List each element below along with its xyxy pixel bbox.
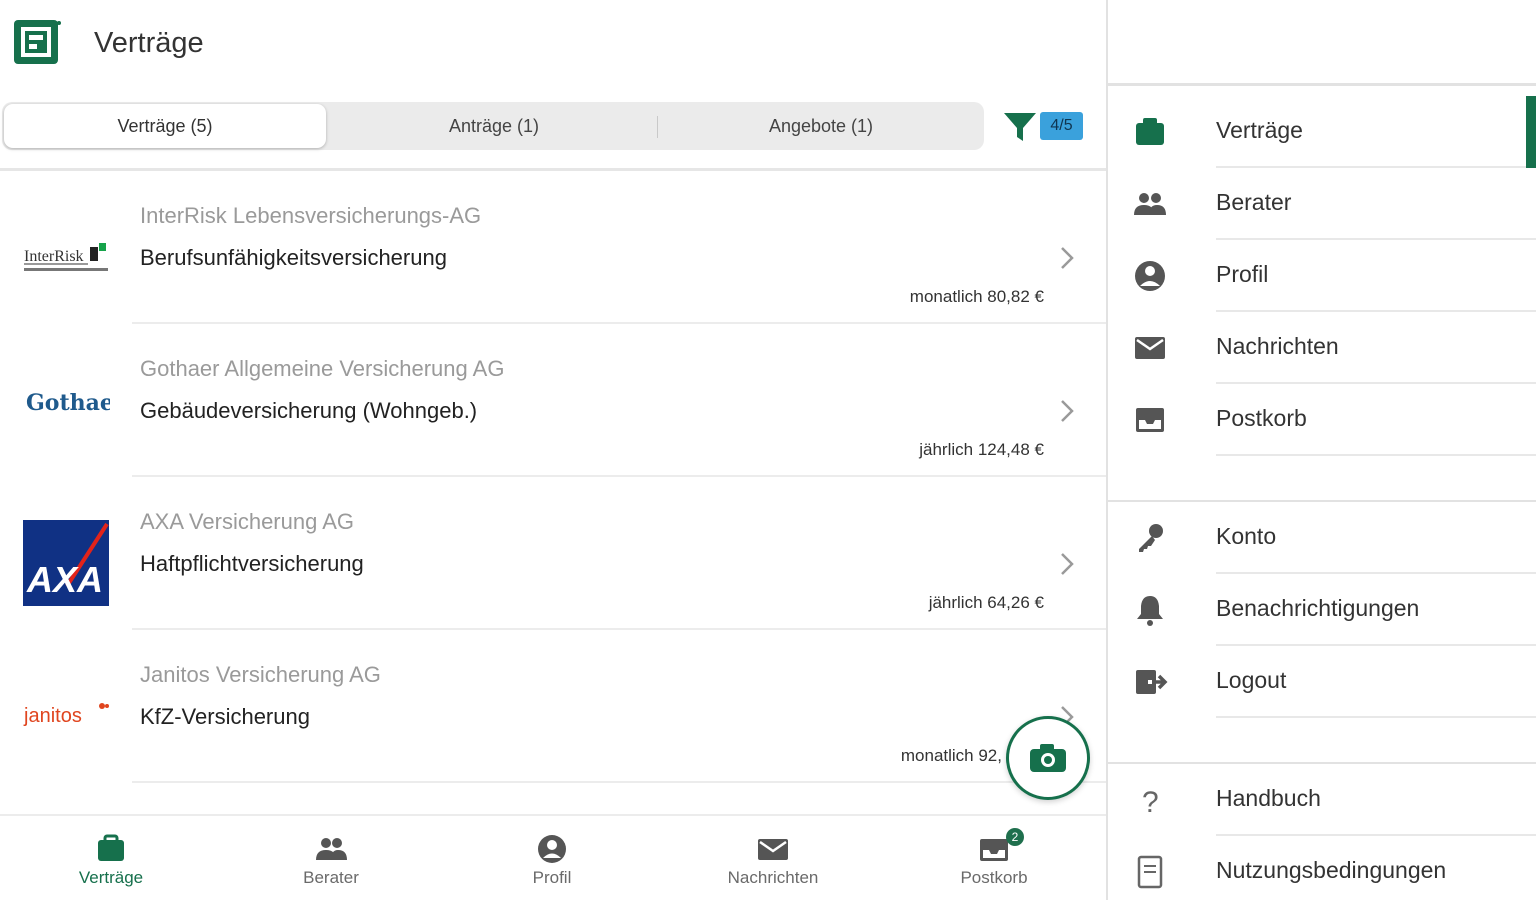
account-circle-icon [1135,261,1165,291]
premium-amount: monatlich 92, [900,746,1002,765]
premium-amount: monatlich 80,82 € [909,287,1044,306]
contract-list: InterRisk InterRisk Lebensversicherungs-… [0,171,1106,811]
gothaer-logo: Gothaer [22,358,110,446]
navigation-drawer: Verträge Berater Profil Nachrichten Post… [1106,0,1536,900]
bottom-nav-label: Berater [303,868,359,887]
bottom-nav-berater[interactable]: Berater [221,816,441,900]
drawer-item-profil[interactable]: Profil [1108,240,1536,312]
account-circle-icon [538,835,566,863]
briefcase-icon [1136,118,1164,145]
key-icon [1139,524,1163,552]
drawer-header [1108,0,1536,86]
product-name: Haftpflichtversicherung [140,551,364,576]
drawer-item-handbuch[interactable]: ? Handbuch [1108,764,1536,836]
bottom-nav-label: Postkorb [960,868,1028,887]
people-icon [1134,193,1166,215]
drawer-item-label: Benachrichtigungen [1216,595,1420,621]
row-divider [132,781,1106,783]
active-indicator [1526,96,1536,168]
bell-icon [1137,596,1163,626]
product-name: Berufsunfähigkeitsversicherung [140,245,447,270]
insurer-name: AXA Versicherung AG [140,509,355,534]
inbox-icon [1136,408,1164,432]
svg-text:InterRisk: InterRisk [24,248,84,265]
filter-button[interactable]: 4/5 [1000,108,1086,146]
chevron-right-icon [1061,400,1074,422]
premium-amount: jährlich 64,26 € [928,593,1044,612]
svg-text:janitos: janitos [23,705,82,727]
contract-row[interactable]: Gothaer Gothaer Allgemeine Versicherung … [0,324,1106,477]
filter-count-badge: 4/5 [1040,112,1083,140]
bottom-nav-vertraege[interactable]: Verträge [1,816,221,900]
drawer-item-logout[interactable]: Logout [1108,646,1536,718]
drawer-item-benachrichtigungen[interactable]: Benachrichtigungen [1108,574,1536,646]
envelope-icon [758,839,788,860]
main-panel: Verträge Verträge (5) Anträge (1) Angebo… [0,0,1106,900]
bottom-nav-nachrichten[interactable]: Nachrichten [663,816,883,900]
contract-row[interactable]: InterRisk InterRisk Lebensversicherungs-… [0,171,1106,324]
camera-button[interactable] [1006,716,1090,800]
drawer-item-label: Berater [1216,189,1292,215]
page-title: Verträge [94,27,204,59]
drawer-item-postkorb[interactable]: Postkorb [1108,384,1536,456]
bottom-nav-label: Nachrichten [727,868,819,887]
document-icon [1137,855,1163,889]
drawer-item-berater[interactable]: Berater [1108,168,1536,240]
svg-text:AXA: AXA [26,559,103,600]
drawer-item-label: Nachrichten [1216,333,1339,359]
chevron-right-icon [1061,247,1074,269]
drawer-divider [1216,454,1536,456]
drawer-item-label: Handbuch [1216,785,1321,811]
axa-logo: AXA [22,519,110,607]
contract-row[interactable]: AXA AXA Versicherung AG Haftpflichtversi… [0,477,1106,630]
drawer-item-label: Postkorb [1216,405,1307,431]
top-bar: Verträge [0,0,1106,86]
drawer-item-nutzungsbedingungen[interactable]: Nutzungsbedingungen [1108,836,1536,900]
filter-icon [1004,113,1036,141]
insurer-name: Janitos Versicherung AG [140,662,381,687]
drawer-divider [1216,716,1536,718]
svg-text:Gothaer: Gothaer [26,390,110,416]
janitos-logo: janitos [22,670,110,758]
drawer-item-label: Konto [1216,523,1277,549]
bottom-navigation: Verträge Berater Profil Nachrichten Post… [0,814,1106,900]
bottom-nav-label: Verträge [78,868,144,887]
app-logo [14,20,62,64]
help-icon: ? [1142,786,1159,818]
bottom-nav-label: Profil [532,868,572,887]
segment-tabs: Verträge (5) Anträge (1) Angebote (1) [2,102,984,150]
tab-vertraege[interactable]: Verträge (5) [4,104,326,148]
chevron-right-icon [1061,553,1074,575]
drawer-item-label: Verträge [1216,117,1303,143]
drawer-item-konto[interactable]: Konto [1108,502,1536,574]
camera-icon [1030,744,1066,772]
insurer-name: Gothaer Allgemeine Versicherung AG [140,356,505,381]
envelope-icon [1135,337,1165,359]
product-name: Gebäudeversicherung (Wohngeb.) [140,398,478,423]
product-name: KfZ-Versicherung [140,704,310,729]
bottom-nav-profil[interactable]: Profil [442,816,662,900]
briefcase-icon [98,834,124,861]
bottom-nav-postkorb[interactable]: Postkorb [884,816,1104,900]
insurer-name: InterRisk Lebensversicherungs-AG [140,203,482,228]
drawer-item-nachrichten[interactable]: Nachrichten [1108,312,1536,384]
interrisk-logo: InterRisk [22,213,110,301]
drawer-item-label: Profil [1216,261,1269,287]
drawer-item-vertraege[interactable]: Verträge [1108,96,1536,168]
contract-row[interactable]: janitos Janitos Versicherung AG KfZ-Vers… [0,630,1106,783]
logout-icon [1136,670,1168,694]
svg-text:?: ? [1142,786,1159,818]
drawer-item-label: Logout [1216,667,1287,693]
people-icon [316,838,347,860]
tab-antraege[interactable]: Anträge (1) [332,102,656,150]
drawer-item-label: Nutzungsbedingungen [1216,857,1447,883]
postkorb-badge: 2 [1006,828,1024,846]
tab-angebote[interactable]: Angebote (1) [658,102,984,150]
premium-amount: jährlich 124,48 € [919,440,1044,459]
